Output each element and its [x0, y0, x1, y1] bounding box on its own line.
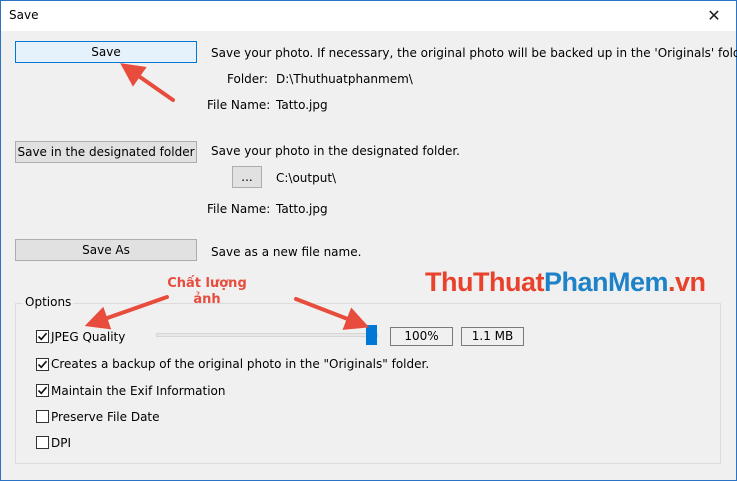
save-dialog: Save ✕ Save Save your photo. If necessar… — [0, 0, 737, 481]
annotation-arrows — [84, 63, 370, 330]
arrow-to-save — [120, 63, 175, 102]
arrow-to-jpeg-quality — [84, 295, 169, 330]
arrow-to-slider — [294, 297, 370, 330]
